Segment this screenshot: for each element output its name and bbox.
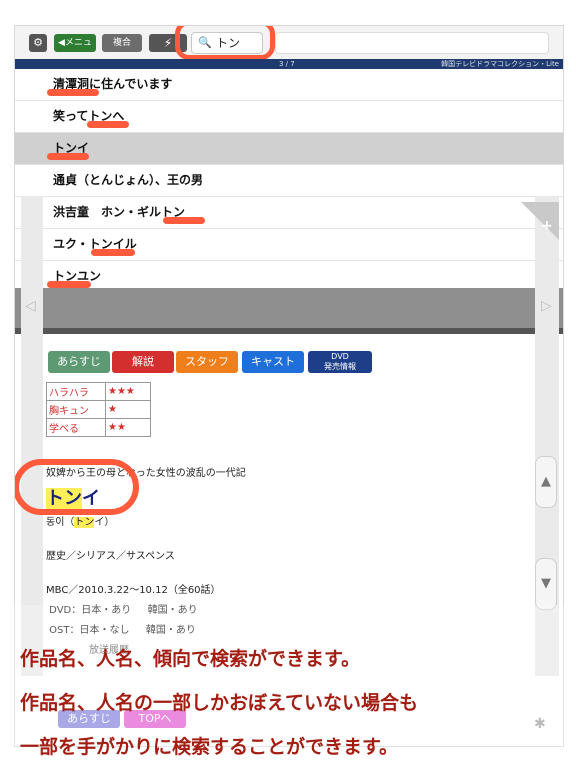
- caption-line-2: 作品名、人名の一部しかおぼえていない場合も: [20, 692, 419, 714]
- tab-commentary[interactable]: 解説: [112, 351, 174, 373]
- korean-post: イ）: [94, 517, 115, 528]
- underline-mark: [163, 217, 205, 224]
- result-row-selected[interactable]: トンイ: [15, 133, 563, 165]
- menu-button[interactable]: ◀メニュー: [54, 34, 96, 66]
- caption-line-1: 作品名、人名、傾向で検索ができます。: [20, 648, 361, 670]
- broadcast-text: MBC／2010.3.22〜10.12（全60話）: [46, 585, 221, 596]
- tab-dvd-info[interactable]: DVD 発売情報: [308, 351, 372, 373]
- tab-dvd-label: DVD: [331, 352, 349, 361]
- rating-key: ハラハラ: [46, 382, 106, 401]
- tab-synopsis[interactable]: あらすじ: [48, 351, 110, 373]
- korean-pre: 동이（: [46, 517, 75, 528]
- rating-row: ハラハラ ★★★: [46, 382, 151, 401]
- underline-mark: [87, 121, 129, 128]
- tab-staff[interactable]: スタッフ: [176, 351, 238, 373]
- section-divider: [15, 328, 563, 334]
- rating-key: 学べる: [46, 418, 106, 437]
- result-row[interactable]: ユク・トンイル: [15, 229, 563, 261]
- left-scrollbar[interactable]: [21, 196, 43, 676]
- rating-row: 胸キュン ★: [46, 400, 151, 419]
- next-arrow-icon[interactable]: ▷: [541, 298, 552, 314]
- prev-arrow-icon[interactable]: ◁: [25, 298, 36, 314]
- add-corner[interactable]: [521, 202, 559, 240]
- page-number: 3 / 7: [279, 60, 295, 68]
- tab-dvd-sub: 発売情報: [324, 362, 356, 371]
- page-indicator-bar: 3 / 7 韓国テレビドラマコレクション・Lite: [15, 59, 563, 69]
- caption-line-3: 一部を手がかりに検索することができます。: [20, 736, 399, 758]
- rating-stars: ★: [105, 400, 151, 419]
- rating-stars: ★★: [105, 418, 151, 437]
- result-row[interactable]: 清潭洞に住んでいます: [15, 69, 563, 101]
- result-label: 通貞（とんじょん）、王の男: [53, 173, 204, 187]
- rating-stars: ★★★: [105, 382, 151, 401]
- title-highlight-circle: [15, 459, 139, 515]
- gear-icon[interactable]: ⚙: [29, 34, 47, 52]
- toolbar: ⚙ ◀メニュー 複合 ⚡ 🔍 トン: [15, 26, 563, 66]
- search-results-list: 清潭洞に住んでいます 笑ってトンへ トンイ 通貞（とんじょん）、王の男 洪吉童 …: [15, 69, 563, 293]
- app-title: 韓国テレビドラマコレクション・Lite: [441, 60, 559, 68]
- rating-key: 胸キュン: [46, 400, 106, 419]
- result-row[interactable]: 笑ってトンへ: [15, 101, 563, 133]
- search-field-extension[interactable]: [275, 32, 549, 54]
- result-row[interactable]: 洪吉童 ホン・ギルトン: [15, 197, 563, 229]
- list-footer-band: [15, 288, 563, 328]
- genre-text: 歴史／シリアス／サスペンス: [46, 551, 175, 562]
- rating-row: 学べる ★★: [46, 418, 151, 437]
- underline-mark: [91, 249, 135, 256]
- plus-icon[interactable]: +: [541, 218, 553, 234]
- tab-cast[interactable]: キャスト: [242, 351, 304, 373]
- rating-table: ハラハラ ★★★ 胸キュン ★ 学べる ★★: [46, 382, 151, 437]
- settings-icon[interactable]: ✱: [534, 716, 546, 732]
- scroll-down-icon[interactable]: ▼: [535, 558, 557, 610]
- korean-highlight: トン: [74, 517, 95, 528]
- underline-mark: [47, 89, 99, 96]
- result-row[interactable]: 通貞（とんじょん）、王の男: [15, 165, 563, 197]
- composite-button[interactable]: 複合: [102, 34, 142, 52]
- underline-mark: [47, 153, 89, 160]
- korean-title: 동이（トンイ）: [46, 513, 114, 528]
- scroll-up-icon[interactable]: ▲: [535, 456, 557, 508]
- underline-mark: [47, 281, 91, 288]
- search-highlight-circle: [175, 26, 275, 60]
